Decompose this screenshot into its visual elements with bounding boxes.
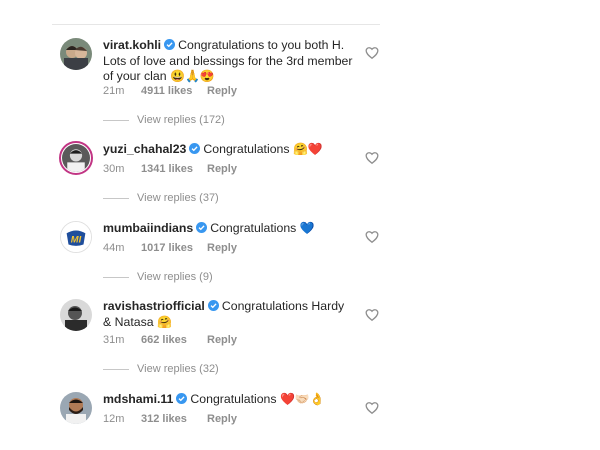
comment-body: mumbaiindians Congratulations 💙 [103, 221, 353, 237]
comment-text: Congratulations [190, 392, 277, 406]
comment-meta: 12m 312 likes Reply [103, 413, 237, 425]
view-replies-label: View replies (9) [137, 271, 213, 283]
avatar-yuzi-chahal[interactable] [59, 141, 93, 175]
comment-username[interactable]: mumbaiindians [103, 221, 193, 235]
avatar-ravi-shastri[interactable] [60, 299, 92, 331]
reply-button[interactable]: Reply [207, 85, 237, 97]
view-replies-link[interactable]: View replies (32) [103, 363, 219, 375]
heart-outline-icon[interactable] [365, 401, 379, 415]
comment-emojis: 🤗 [157, 314, 172, 329]
verified-badge-icon [207, 300, 219, 311]
comment-time: 31m [103, 334, 125, 346]
mi-logo-icon: MI [61, 222, 91, 252]
comment-likes[interactable]: 312 likes [141, 413, 207, 425]
comment-likes[interactable]: 662 likes [141, 334, 207, 346]
view-replies-link[interactable]: View replies (9) [103, 271, 213, 283]
comment-emojis: 💙 [299, 221, 315, 235]
comment-time: 30m [103, 163, 125, 175]
top-divider [52, 24, 380, 25]
comment-body: ravishastriofficial Congratulations Hardy… [103, 299, 353, 330]
comment-emojis: 🤗❤️ [292, 142, 323, 156]
comment-time: 44m [103, 242, 125, 254]
comment-likes[interactable]: 4911 likes [141, 85, 207, 97]
verified-badge-icon [189, 143, 201, 154]
reply-button[interactable]: Reply [207, 163, 237, 175]
replies-divider-line [103, 368, 129, 370]
comment-text: Congratulations [203, 142, 290, 156]
comment-likes[interactable]: 1017 likes [141, 242, 207, 254]
heart-outline-icon[interactable] [365, 46, 379, 60]
comment-emojis: 😃🙏😍 [170, 69, 215, 83]
comment-emojis: ❤️🤝🏻👌 [279, 392, 325, 406]
comment-body: mdshami.11 Congratulations ❤️🤝🏻👌 [103, 392, 353, 408]
comment-meta: 31m 662 likes Reply [103, 334, 237, 346]
view-replies-link[interactable]: View replies (172) [103, 114, 225, 126]
comment-body: virat.kohli Congratulations to you both H… [103, 38, 353, 85]
comment-username[interactable]: ravishastriofficial [103, 299, 205, 313]
reply-button[interactable]: Reply [207, 334, 237, 346]
verified-badge-icon [196, 222, 208, 233]
reply-button[interactable]: Reply [207, 413, 237, 425]
avatar-virat-kohli[interactable] [60, 38, 92, 70]
view-replies-link[interactable]: View replies (37) [103, 192, 219, 204]
view-replies-label: View replies (37) [137, 192, 219, 204]
avatar-mumbai-indians[interactable]: MI [60, 221, 92, 253]
comment-username[interactable]: mdshami.11 [103, 392, 173, 406]
view-replies-label: View replies (32) [137, 363, 219, 375]
heart-outline-icon[interactable] [365, 308, 379, 322]
replies-divider-line [103, 276, 129, 278]
view-replies-label: View replies (172) [137, 114, 225, 126]
heart-outline-icon[interactable] [365, 230, 379, 244]
comment-meta: 30m 1341 likes Reply [103, 163, 237, 175]
comment-time: 21m [103, 85, 125, 97]
comment-likes[interactable]: 1341 likes [141, 163, 207, 175]
comment-time: 12m [103, 413, 125, 425]
replies-divider-line [103, 119, 129, 121]
comment-meta: 44m 1017 likes Reply [103, 242, 237, 254]
comment-meta: 21m 4911 likes Reply [103, 85, 237, 97]
comment-username[interactable]: yuzi_chahal23 [103, 142, 186, 156]
comment-body: yuzi_chahal23 Congratulations 🤗❤️ [103, 142, 353, 158]
comment-username[interactable]: virat.kohli [103, 38, 161, 52]
comment-text: Congratulations [210, 221, 297, 235]
reply-button[interactable]: Reply [207, 242, 237, 254]
verified-badge-icon [164, 39, 176, 50]
replies-divider-line [103, 197, 129, 199]
avatar-md-shami[interactable] [60, 392, 92, 424]
svg-text:MI: MI [71, 235, 82, 245]
heart-outline-icon[interactable] [365, 151, 379, 165]
verified-badge-icon [176, 393, 188, 404]
